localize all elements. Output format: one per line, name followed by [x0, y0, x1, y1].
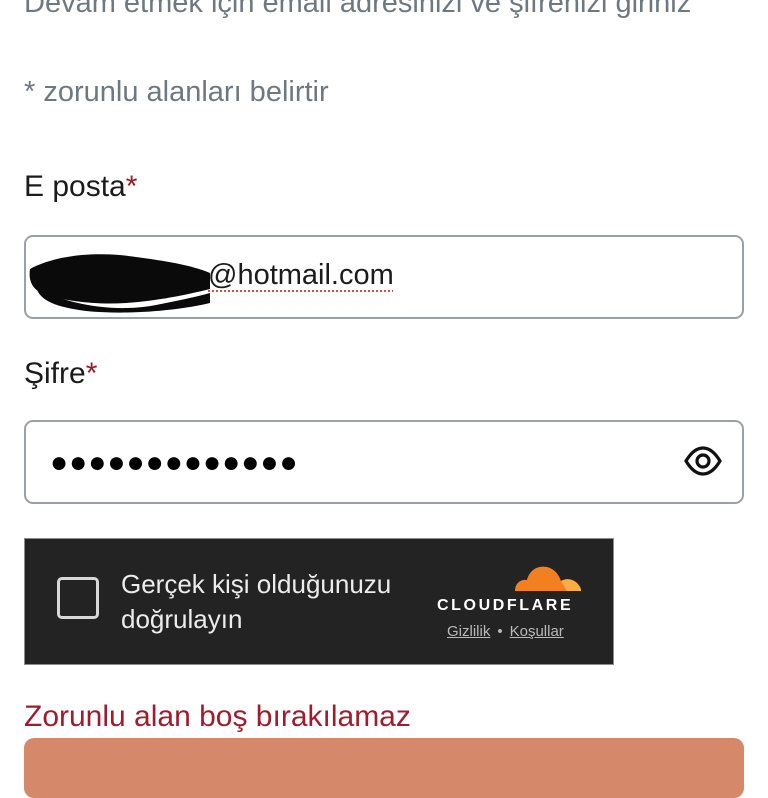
password-value: ●●●●●●●●●●●●● [50, 446, 299, 479]
cloudflare-logo-icon [513, 566, 581, 597]
email-label: E posta* [24, 170, 137, 204]
submit-button[interactable] [24, 738, 744, 798]
captcha-links: Gizlilik • Koşullar [447, 623, 564, 640]
cloudflare-captcha: Gerçek kişi olduğunuzu doğrulayın CLOUDF… [24, 538, 614, 665]
captcha-text: Gerçek kişi olduğunuzu doğrulayın [121, 569, 392, 634]
error-message: Zorunlu alan boş bırakılamaz [24, 700, 411, 733]
password-label: Şifre* [24, 357, 97, 391]
required-mark: * [85, 357, 98, 390]
password-label-text: Şifre [24, 357, 86, 390]
privacy-link[interactable]: Gizlilik [447, 623, 490, 640]
required-fields-note: * zorunlu alanları belirtir [24, 76, 329, 108]
eye-icon[interactable] [684, 442, 722, 480]
email-value: @hotmail.com [208, 259, 394, 291]
email-field[interactable]: @hotmail.com [24, 235, 744, 319]
intro-text: Devam etmek için email adresinizi ve şif… [24, 0, 692, 19]
verify-checkbox[interactable] [57, 577, 99, 619]
password-field[interactable]: ●●●●●●●●●●●●● [24, 420, 744, 504]
terms-link[interactable]: Koşullar [510, 623, 564, 640]
redacted-scribble [29, 254, 210, 313]
email-label-text: E posta [24, 170, 126, 203]
link-separator: • [497, 623, 503, 640]
required-mark: * [125, 170, 138, 203]
cloudflare-brand: CLOUDFLARE [437, 597, 574, 614]
